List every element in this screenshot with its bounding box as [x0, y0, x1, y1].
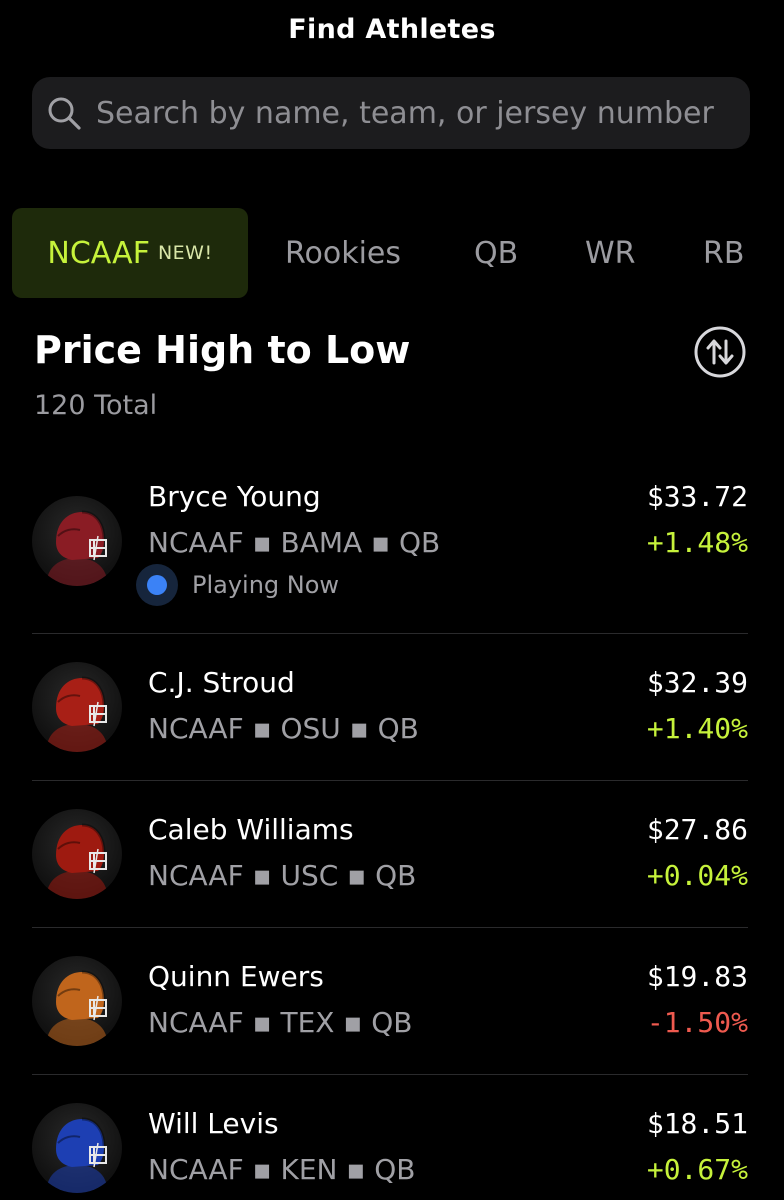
- athlete-meta: NCAAF ▪ TEX ▪ QB: [148, 1006, 413, 1039]
- live-dot-icon: [136, 564, 178, 606]
- tab-label: NCAAF: [47, 235, 150, 271]
- athlete-change: +0.04%: [646, 859, 748, 892]
- athlete-name: Caleb Williams: [148, 813, 354, 846]
- helmet-avatar: [32, 496, 122, 586]
- athlete-price: $27.86: [646, 813, 748, 846]
- athlete-price: $19.83: [646, 960, 748, 993]
- helmet-avatar: [32, 662, 122, 752]
- search-icon: [48, 97, 81, 130]
- athlete-meta: NCAAF ▪ USC ▪ QB: [148, 859, 417, 892]
- tab-ncaaf[interactable]: NCAAF NEW!: [12, 208, 248, 298]
- athlete-price: $32.39: [646, 666, 748, 699]
- page-title: Find Athletes: [288, 14, 496, 45]
- helmet-avatar: [32, 956, 122, 1046]
- athlete-change: -1.50%: [646, 1006, 748, 1039]
- athlete-league: NCAAF: [148, 859, 244, 892]
- total-count: 120 Total: [34, 390, 158, 421]
- athlete-name: Quinn Ewers: [148, 960, 324, 993]
- new-badge: NEW!: [157, 242, 213, 264]
- athlete-team: OSU: [280, 712, 341, 745]
- athlete-position: QB: [398, 526, 441, 559]
- athlete-league: NCAAF: [148, 526, 244, 559]
- sort-toggle-icon[interactable]: [694, 326, 746, 378]
- athlete-position: QB: [377, 712, 419, 745]
- athlete-price: $33.72: [646, 480, 748, 513]
- athlete-row[interactable]: C.J. Stroud NCAAF ▪ OSU ▪ QB $32.39 +1.4…: [32, 634, 748, 781]
- find-athletes-screen: Find Athletes NCAAF NEW! Rookies QB WR R…: [0, 0, 784, 1200]
- athlete-league: NCAAF: [148, 712, 244, 745]
- athlete-name: C.J. Stroud: [148, 666, 295, 699]
- tab-qb[interactable]: QB: [474, 208, 518, 298]
- athlete-team: TEX: [280, 1006, 335, 1039]
- helmet-avatar: [32, 809, 122, 899]
- helmet-avatar: [32, 1103, 122, 1193]
- athlete-league: NCAAF: [148, 1153, 244, 1186]
- athlete-row[interactable]: Bryce Young NCAAF ▪ BAMA ▪ QB Playing No…: [32, 470, 748, 634]
- athlete-league: NCAAF: [148, 1006, 244, 1039]
- athlete-row[interactable]: Caleb Williams NCAAF ▪ USC ▪ QB $27.86 +…: [32, 781, 748, 928]
- athlete-change: +1.48%: [646, 526, 748, 559]
- tab-rookies[interactable]: Rookies: [285, 208, 401, 298]
- athlete-position: QB: [375, 859, 417, 892]
- athlete-position: QB: [374, 1153, 416, 1186]
- athlete-team: BAMA: [280, 526, 363, 559]
- tab-wr[interactable]: WR: [585, 208, 636, 298]
- live-status: Playing Now: [136, 564, 339, 606]
- athlete-price: $18.51: [646, 1107, 748, 1140]
- sort-title: Price High to Low: [34, 328, 411, 372]
- athlete-meta: NCAAF ▪ BAMA ▪ QB: [148, 526, 441, 559]
- athlete-meta: NCAAF ▪ OSU ▪ QB: [148, 712, 419, 745]
- live-status-label: Playing Now: [192, 571, 340, 599]
- athlete-name: Bryce Young: [148, 480, 321, 513]
- athlete-position: QB: [371, 1006, 413, 1039]
- athlete-change: +1.40%: [646, 712, 748, 745]
- athlete-team: USC: [280, 859, 339, 892]
- athlete-name: Will Levis: [148, 1107, 279, 1140]
- athlete-meta: NCAAF ▪ KEN ▪ QB: [148, 1153, 416, 1186]
- tab-rb[interactable]: RB: [703, 208, 744, 298]
- athlete-team: KEN: [280, 1153, 338, 1186]
- athlete-change: +0.67%: [646, 1153, 748, 1186]
- athlete-row[interactable]: Quinn Ewers NCAAF ▪ TEX ▪ QB $19.83 -1.5…: [32, 928, 748, 1075]
- search-bar[interactable]: [32, 77, 750, 149]
- search-input[interactable]: [96, 95, 750, 131]
- position-tabs: NCAAF NEW! Rookies QB WR RB: [12, 208, 784, 298]
- athlete-row[interactable]: Will Levis NCAAF ▪ KEN ▪ QB $18.51 +0.67…: [32, 1075, 748, 1200]
